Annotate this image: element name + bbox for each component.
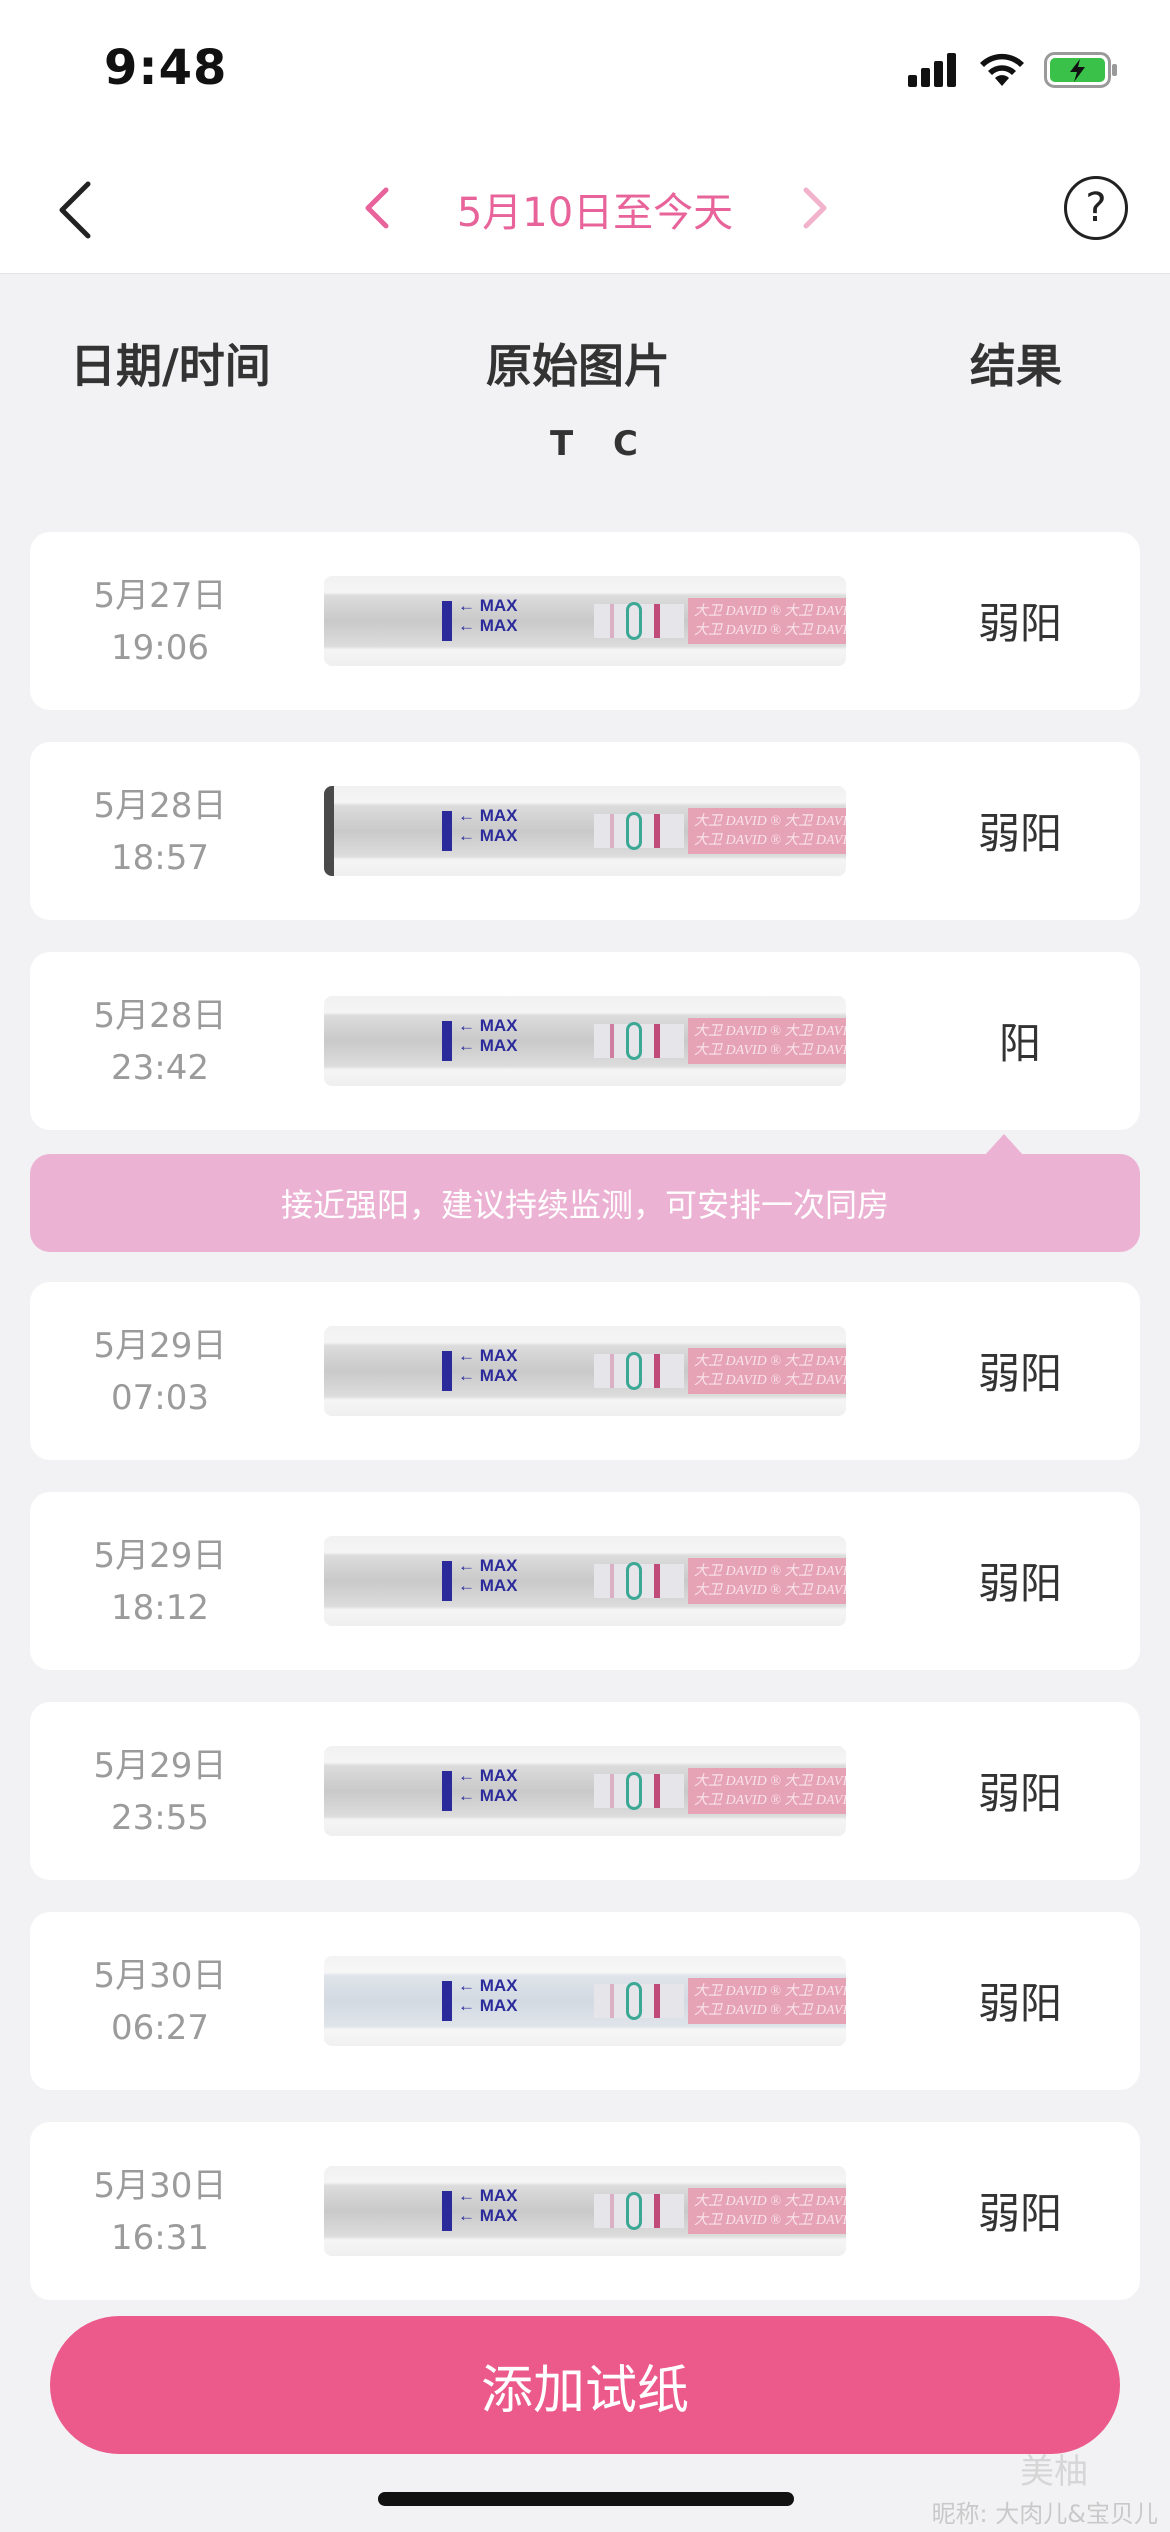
record-time: 18:57 xyxy=(111,838,209,878)
next-range-button[interactable] xyxy=(790,176,840,240)
record-card[interactable]: 5月28日 18:57 ← MAX ← MAX 大卫 DAVID ® 大卫 DAV… xyxy=(30,742,1140,920)
status-icons xyxy=(908,52,1118,88)
home-indicator[interactable] xyxy=(378,2492,794,2506)
test-strip-image[interactable]: ← MAX← MAX 大卫 DAVID ® 大卫 DAVID ®大卫 DAVID… xyxy=(324,1956,846,2046)
record-result: 弱阳 xyxy=(977,1349,1062,1398)
record-time: 19:06 xyxy=(111,628,209,668)
strip-max-label: ← MAX ← MAX xyxy=(458,596,518,635)
watermark-logo: 美柚 xyxy=(1020,2452,1088,2492)
strip-brand-text: 大卫 DAVID ® 大卫 DAVID ®大卫 DAVID ® 大卫 DAVID… xyxy=(694,604,846,638)
help-icon: ? xyxy=(1085,185,1107,231)
record-time: 07:03 xyxy=(111,1378,209,1418)
strip-max-label: ← MAX ← MAX xyxy=(458,1346,518,1385)
record-card[interactable]: 5月30日 16:31 ← MAX ← MAX 大卫 DAVID ® 大卫 DAV… xyxy=(30,2122,1140,2300)
wifi-icon xyxy=(980,53,1024,86)
strip-max-label: ← MAX ← MAX xyxy=(458,2186,518,2225)
back-button[interactable] xyxy=(36,170,116,250)
record-card[interactable]: 5月29日 23:55 ← MAX ← MAX 大卫 DAVID ® 大卫 DAV… xyxy=(30,1702,1140,1880)
chevron-left-icon xyxy=(59,181,91,239)
help-button[interactable]: ? xyxy=(1064,176,1128,240)
record-date: 5月28日 xyxy=(93,996,227,1036)
tc-label: T C xyxy=(550,424,652,464)
record-date: 5月30日 xyxy=(93,1956,227,1996)
strip-brand-text: 大卫 DAVID ® 大卫 DAVID ®大卫 DAVID ® 大卫 DAVID… xyxy=(694,1564,846,1598)
strip-max-label: ← MAX ← MAX xyxy=(458,1766,518,1805)
record-card[interactable]: 5月29日 07:03 ← MAX ← MAX 大卫 DAVID ® 大卫 DAV… xyxy=(30,1282,1140,1460)
strip-max-label: ← MAX ← MAX xyxy=(458,1016,518,1055)
strip-brand-text: 大卫 DAVID ® 大卫 DAVID ®大卫 DAVID ® 大卫 DAVID… xyxy=(694,1774,846,1808)
strip-max-label: ← MAX ← MAX xyxy=(458,806,518,845)
record-result: 弱阳 xyxy=(977,1769,1062,1818)
record-card[interactable]: 5月30日 06:27 ← MAX ← MAX 大卫 DAVID ® 大卫 DAV… xyxy=(30,1912,1140,2090)
tip-pointer xyxy=(984,1134,1024,1156)
record-date: 5月27日 xyxy=(93,576,227,616)
record-date: 5月28日 xyxy=(93,786,227,826)
record-card[interactable]: 5月28日 23:42 ← MAX ← MAX 大卫 DAVID ® 大卫 DAV… xyxy=(30,952,1140,1130)
column-header-date-time: 日期/时间 xyxy=(70,339,271,393)
record-time: 23:55 xyxy=(111,1798,209,1838)
record-date: 5月29日 xyxy=(93,1536,227,1576)
record-result: 弱阳 xyxy=(977,599,1062,648)
strip-max-label: ← MAX ← MAX xyxy=(458,1976,518,2015)
result-tip-banner: 接近强阳，建议持续监测，可安排一次同房 xyxy=(30,1154,1140,1252)
record-time: 23:42 xyxy=(111,1048,209,1088)
chevron-right-icon xyxy=(803,187,827,229)
chevron-left-icon xyxy=(365,187,389,229)
date-range-label[interactable]: 5月10日至今天 xyxy=(420,180,770,238)
battery-icon xyxy=(1044,52,1117,88)
record-result: 弱阳 xyxy=(977,1979,1062,2028)
strip-max-label: ← MAX ← MAX xyxy=(458,1556,518,1595)
test-strip-image[interactable]: ← MAX← MAX 大卫 DAVID ® 大卫 DAVID ®大卫 DAVID… xyxy=(324,2166,846,2256)
record-date: 5月29日 xyxy=(93,1326,227,1366)
test-strip-image[interactable]: ← MAX← MAX 大卫 DAVID ® 大卫 DAVID ®大卫 DAVID… xyxy=(324,576,846,666)
test-strip-image[interactable]: ← MAX← MAX 大卫 DAVID ® 大卫 DAVID ®大卫 DAVID… xyxy=(324,1746,846,1836)
record-date: 5月29日 xyxy=(93,1746,227,1786)
test-strip-image[interactable]: ← MAX← MAX 大卫 DAVID ® 大卫 DAVID ®大卫 DAVID… xyxy=(324,786,846,876)
prev-range-button[interactable] xyxy=(352,176,402,240)
status-bar: 9:48 xyxy=(0,0,1170,150)
status-time: 9:48 xyxy=(104,40,228,96)
test-strip-image[interactable]: ← MAX← MAX 大卫 DAVID ® 大卫 DAVID ®大卫 DAVID… xyxy=(324,1536,846,1626)
strip-brand-text: 大卫 DAVID ® 大卫 DAVID ®大卫 DAVID ® 大卫 DAVID… xyxy=(694,1984,846,2018)
record-result: 阳 xyxy=(998,1019,1041,1068)
signal-icon xyxy=(908,53,956,87)
record-time: 18:12 xyxy=(111,1588,209,1628)
test-strip-image[interactable]: ← MAX← MAX 大卫 DAVID ® 大卫 DAVID ®大卫 DAVID… xyxy=(324,996,846,1086)
strip-brand-text: 大卫 DAVID ® 大卫 DAVID ®大卫 DAVID ® 大卫 DAVID… xyxy=(694,1024,846,1058)
strip-brand-text: 大卫 DAVID ® 大卫 DAVID ®大卫 DAVID ® 大卫 DAVID… xyxy=(694,1354,846,1388)
watermark-text: 昵称: 大肉儿&宝贝儿 xyxy=(931,2500,1158,2528)
record-card[interactable]: 5月27日 19:06 ← MAX ← MAX 大卫 DAVID ® 大卫 DAV… xyxy=(30,532,1140,710)
column-header-image: 原始图片 xyxy=(486,339,670,393)
record-time: 06:27 xyxy=(111,2008,209,2048)
test-strip-image[interactable]: ← MAX← MAX 大卫 DAVID ® 大卫 DAVID ®大卫 DAVID… xyxy=(324,1326,846,1416)
nav-bar: 5月10日至今天 ? xyxy=(0,150,1170,274)
record-card[interactable]: 5月29日 18:12 ← MAX ← MAX 大卫 DAVID ® 大卫 DAV… xyxy=(30,1492,1140,1670)
record-result: 弱阳 xyxy=(977,2189,1062,2238)
add-test-strip-button[interactable]: 添加试纸 xyxy=(50,2316,1120,2454)
record-time: 16:31 xyxy=(111,2218,209,2258)
record-date: 5月30日 xyxy=(93,2166,227,2206)
strip-brand-text: 大卫 DAVID ® 大卫 DAVID ®大卫 DAVID ® 大卫 DAVID… xyxy=(694,814,846,848)
record-result: 弱阳 xyxy=(977,1559,1062,1608)
column-header-result: 结果 xyxy=(970,339,1062,393)
strip-brand-text: 大卫 DAVID ® 大卫 DAVID ®大卫 DAVID ® 大卫 DAVID… xyxy=(694,2194,846,2228)
record-result: 弱阳 xyxy=(977,809,1062,858)
